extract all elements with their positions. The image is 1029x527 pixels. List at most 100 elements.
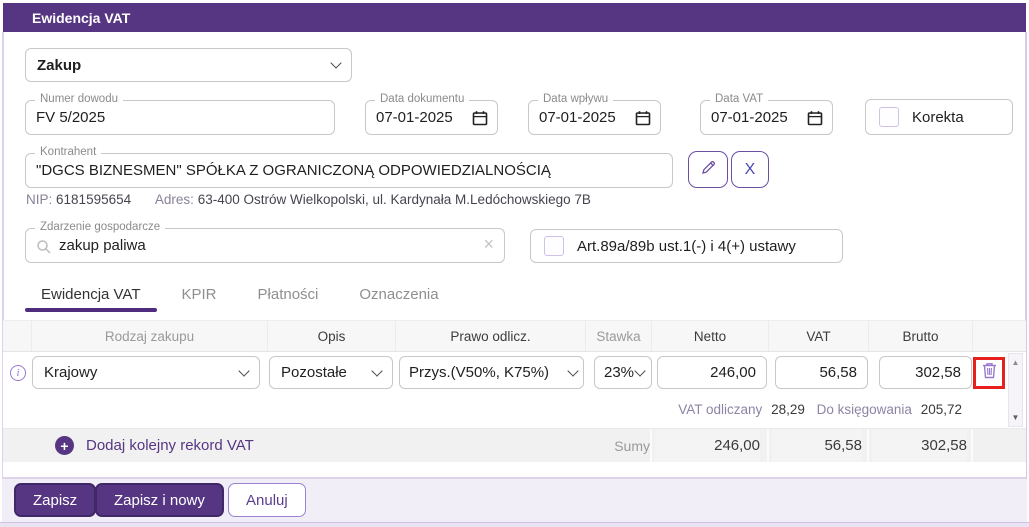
header-spacer (8, 321, 32, 351)
header-prawo-odlicz: Prawo odlicz. (396, 321, 586, 351)
opis-select[interactable]: Pozostałe (269, 356, 393, 389)
korekta-checkbox[interactable] (879, 107, 899, 127)
chevron-down-icon (371, 364, 383, 377)
zdarzenie-input[interactable] (26, 229, 504, 262)
header-brutto: Brutto (869, 321, 973, 351)
trash-icon[interactable] (982, 362, 997, 384)
table-bottom-spacer (3, 462, 1026, 479)
nip-label: NIP: (26, 192, 53, 207)
cancel-button[interactable]: Anuluj (228, 483, 306, 517)
netto-input[interactable] (657, 356, 767, 389)
calendar-icon[interactable] (635, 110, 651, 131)
vat-table-header: Rodzaj zakupu Opis Prawo odlicz. Stawka … (3, 320, 1026, 352)
search-icon (36, 239, 52, 260)
opis-cell: Pozostałe (268, 352, 396, 393)
red-highlight-box (973, 356, 1005, 389)
nip-value: 6181595654 (56, 192, 132, 207)
footer-bar: Zapisz Zapisz i nowy Anuluj (2, 479, 1027, 522)
prawo-odlicz-cell: Przys.(V50%, K75%) (396, 352, 586, 393)
record-type-value: Zakup (37, 56, 82, 74)
rodzaj-zakupu-cell: Krajowy (32, 352, 268, 393)
zdarzenie-gospodarcze-field: Zdarzenie gospodarcze × (25, 221, 505, 263)
tab-bar: Ewidencja VAT KPIR Płatności Oznaczenia (25, 279, 455, 312)
tab-platnosci[interactable]: Płatności (242, 279, 335, 310)
dialog-titlebar: Ewidencja VAT (3, 3, 1026, 32)
brutto-input[interactable] (879, 356, 972, 389)
rodzaj-zakupu-value: Krajowy (44, 364, 98, 381)
korekta-checkbox-group: Korekta (865, 99, 1013, 135)
chevron-down-icon (238, 364, 250, 377)
art-89a-checkbox[interactable] (544, 236, 564, 256)
korekta-label: Korekta (912, 108, 964, 126)
sums-vat: 56,58 (772, 429, 862, 463)
scroll-down-icon[interactable]: ▼ (1012, 413, 1020, 422)
kontrahent-clear-button[interactable]: X (731, 151, 769, 188)
header-opis: Opis (268, 321, 396, 351)
data-dokumentu-label: Data dokumentu (375, 93, 470, 105)
tab-ewidencja-vat[interactable]: Ewidencja VAT (25, 279, 157, 312)
column-divider (971, 429, 973, 462)
calendar-icon[interactable] (472, 110, 488, 131)
adres-label: Adres: (154, 192, 194, 207)
data-dokumentu-field: Data dokumentu (365, 93, 498, 135)
vat-odliczany-label: VAT odliczany (678, 402, 763, 417)
tab-kpir[interactable]: KPIR (166, 279, 233, 310)
brutto-cell (869, 352, 973, 393)
do-ksiegowania-value: 205,72 (920, 402, 962, 417)
stawka-select[interactable]: 23% (594, 356, 653, 389)
row-info-cell: i (8, 352, 32, 393)
dialog-bottom-border (0, 522, 1029, 527)
info-icon[interactable]: i (10, 364, 26, 381)
tab-oznaczenia[interactable]: Oznaczenia (343, 279, 454, 310)
save-and-new-button[interactable]: Zapisz i nowy (95, 483, 224, 517)
chevron-down-icon (330, 57, 342, 69)
vat-cell (769, 352, 869, 393)
numer-dowodu-input[interactable] (26, 101, 334, 134)
dialog-title: Ewidencja VAT (32, 9, 131, 26)
vat-input[interactable] (775, 356, 868, 389)
add-vat-record-label: Dodaj kolejny rekord VAT (86, 437, 254, 454)
header-stawka: Stawka (586, 321, 652, 351)
table-scrollbar[interactable]: ▲ ▼ (1008, 353, 1023, 427)
sums-row: + Dodaj kolejny rekord VAT Sumy 246,00 5… (3, 428, 1026, 463)
numer-dowodu-field: Numer dowodu (25, 93, 335, 135)
sums-label: Sumy (614, 438, 650, 454)
add-vat-record-button[interactable]: + Dodaj kolejny rekord VAT (55, 429, 254, 462)
kontrahent-input[interactable] (26, 154, 672, 187)
row-summary-text: VAT odliczany 28,29 Do księgowania 205,7… (678, 402, 970, 417)
kontrahent-field: Kontrahent (25, 146, 673, 188)
header-rodzaj-zakupu: Rodzaj zakupu (32, 321, 268, 351)
kontrahent-edit-button[interactable] (688, 151, 728, 188)
art-89a-label: Art.89a/89b ust.1(-) i 4(+) ustawy (577, 237, 796, 255)
x-icon: X (744, 160, 756, 178)
adres-value: 63-400 Ostrów Wielkopolski, ul. Kardynał… (197, 192, 591, 207)
column-divider (867, 429, 869, 462)
data-vat-label: Data VAT (710, 93, 769, 105)
record-type-select[interactable]: Zakup (25, 48, 352, 82)
stawka-value: 23% (604, 364, 635, 381)
vat-table-row: i Krajowy Pozostałe Przys.(V50%, K75%) 2… (3, 352, 1026, 393)
pencil-icon (700, 159, 717, 181)
netto-cell (652, 352, 769, 393)
vat-odliczany-value: 28,29 (771, 402, 805, 417)
header-vat: VAT (769, 321, 869, 351)
data-wplywu-field: Data wpływu (528, 93, 661, 135)
numer-dowodu-label: Numer dowodu (35, 93, 123, 105)
sums-netto: 246,00 (655, 429, 760, 463)
do-ksiegowania-label: Do księgowania (816, 402, 912, 417)
header-actions (973, 321, 1009, 351)
column-divider (650, 429, 652, 462)
opis-value: Pozostałe (281, 364, 347, 381)
clear-x-icon[interactable]: × (483, 234, 494, 255)
row-summary-line: VAT odliczany 28,29 Do księgowania 205,7… (3, 393, 1026, 428)
prawo-odlicz-value: Przys.(V50%, K75%) (409, 364, 550, 381)
scroll-up-icon[interactable]: ▲ (1012, 358, 1020, 367)
save-button[interactable]: Zapisz (14, 483, 97, 517)
prawo-odlicz-select[interactable]: Przys.(V50%, K75%) (399, 356, 584, 389)
column-divider (767, 429, 769, 462)
rodzaj-zakupu-select[interactable]: Krajowy (32, 356, 260, 389)
actions-cell (973, 352, 1009, 393)
kontrahent-label: Kontrahent (35, 146, 102, 158)
chevron-down-icon (567, 364, 579, 377)
calendar-icon[interactable] (807, 110, 823, 131)
